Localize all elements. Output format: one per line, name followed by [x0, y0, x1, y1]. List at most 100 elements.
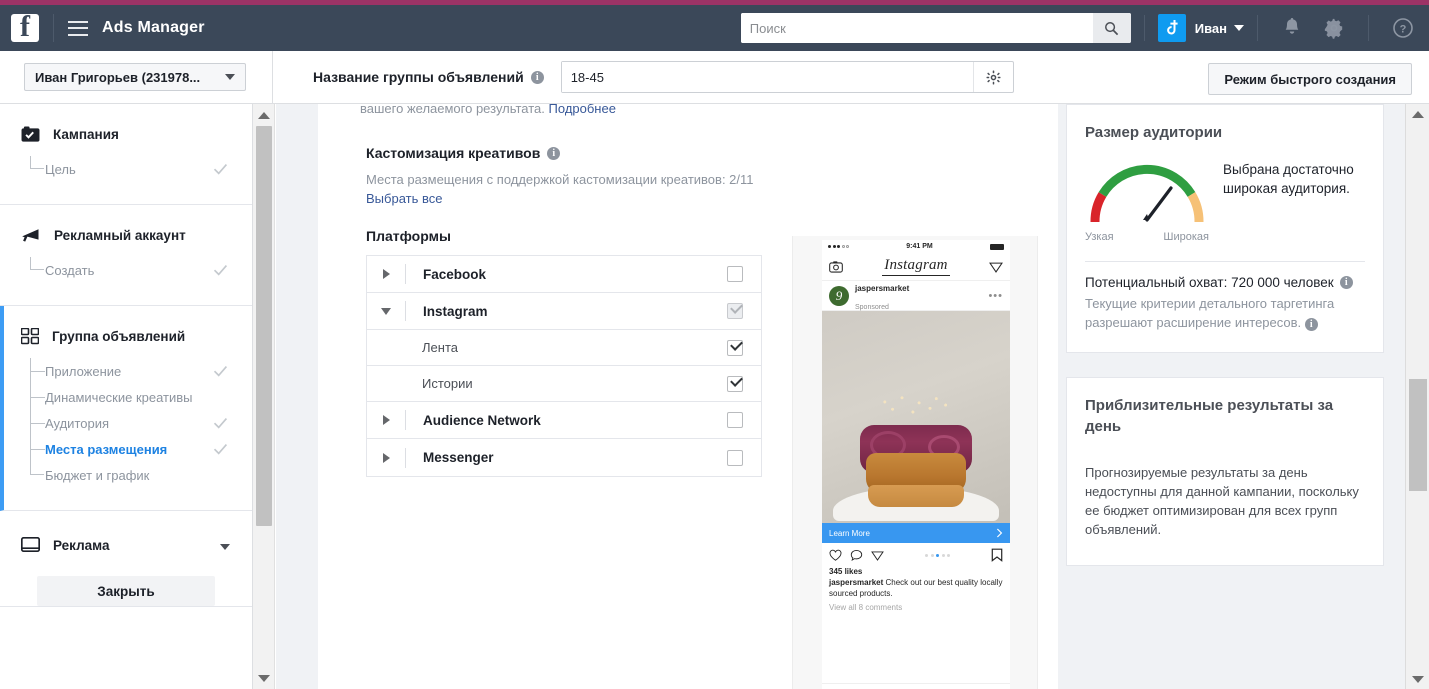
platform-checkbox-audience-network[interactable] [727, 412, 743, 428]
caret-right-icon[interactable] [367, 269, 405, 279]
select-all-link[interactable]: Выбрать все [366, 191, 442, 206]
cta-banner[interactable]: Learn More [822, 523, 1010, 543]
info-icon[interactable]: i [531, 71, 544, 84]
info-icon[interactable]: i [1305, 318, 1318, 331]
ad-account-selector[interactable]: Иван Григорьев (231978... [24, 63, 246, 91]
hamburger-menu-icon[interactable] [68, 21, 88, 36]
platform-checkbox-facebook[interactable] [727, 266, 743, 282]
caret-right-icon[interactable] [367, 453, 405, 463]
help-button[interactable]: ? [1391, 16, 1415, 40]
platform-checkbox-messenger[interactable] [727, 450, 743, 466]
sidebar-group-adset: Группа объявлений Приложение Динамически… [0, 306, 252, 511]
placement-row-stories[interactable]: Истории [367, 366, 761, 402]
step-complete-check-icon [213, 443, 228, 455]
user-menu[interactable]: Иван [1195, 21, 1244, 36]
chevron-down-icon[interactable] [220, 544, 230, 550]
heart-icon[interactable] [829, 549, 842, 562]
close-button[interactable]: Закрыть [37, 576, 215, 606]
caret-down-icon[interactable] [367, 308, 405, 315]
scrollbar-thumb[interactable] [256, 126, 272, 526]
ad-creative-image [822, 311, 1010, 523]
sidebar-child-label: Динамические креативы [45, 390, 193, 405]
row-divider [405, 410, 406, 430]
post-account-meta: jaspersmarket Sponsored [855, 278, 909, 313]
sidebar-item-dynamic-creative[interactable]: Динамические креативы [4, 384, 252, 410]
sidebar-child-label: Приложение [45, 364, 121, 379]
info-icon[interactable]: i [547, 147, 560, 160]
platform-row-audience-network[interactable]: Audience Network [367, 402, 761, 439]
user-name-label: Иван [1195, 21, 1227, 36]
notifications-button[interactable] [1280, 16, 1304, 40]
adset-name-field [561, 61, 1014, 93]
platform-row-messenger[interactable]: Messenger [367, 439, 761, 476]
user-avatar[interactable] [1158, 14, 1186, 42]
brand-avatar-icon[interactable]: 9 [829, 286, 849, 306]
paper-plane-icon[interactable] [871, 549, 884, 562]
ellipsis-icon[interactable]: ••• [988, 290, 1003, 302]
sidebar-scrollbar[interactable] [253, 104, 275, 689]
bookmark-icon[interactable] [991, 548, 1003, 562]
sidebar-item-audience[interactable]: Аудитория [4, 410, 252, 436]
view-comments-link[interactable]: View all 8 comments [822, 600, 1010, 612]
search-button[interactable] [1093, 13, 1131, 43]
info-icon[interactable]: i [1340, 276, 1353, 289]
comment-bubble-icon[interactable] [850, 549, 863, 562]
step-complete-check-icon [213, 417, 228, 429]
sub-toolbar: Иван Григорьев (231978... Название групп… [0, 51, 1429, 104]
insights-column: Размер аудитории Узкая Широкая [1066, 104, 1384, 566]
platform-row-instagram[interactable]: Instagram [367, 293, 761, 330]
adset-name-label: Название группы объявлений i [313, 69, 544, 85]
scroll-down-arrow-icon[interactable] [1412, 673, 1424, 685]
scrollbar-thumb[interactable] [1409, 379, 1427, 491]
scroll-down-arrow-icon[interactable] [258, 672, 270, 684]
paper-plane-icon[interactable] [989, 260, 1003, 274]
platform-name: Facebook [423, 267, 486, 282]
bell-icon [1282, 17, 1302, 39]
platform-row-facebook[interactable]: Facebook [367, 256, 761, 293]
quick-create-mode-button[interactable]: Режим быстрого создания [1208, 63, 1412, 95]
post-caption: jaspersmarket Check out our best quality… [822, 576, 1010, 600]
sidebar-item-objective[interactable]: Цель [0, 156, 252, 182]
placement-checkbox-stories[interactable] [727, 376, 743, 392]
section-title-text: Кастомизация креативов [366, 145, 540, 161]
gauge-max-label: Широкая [1163, 231, 1209, 243]
sidebar-item-create[interactable]: Создать [0, 257, 252, 283]
placement-checkbox-feed[interactable] [727, 340, 743, 356]
main-scrollbar[interactable] [1405, 104, 1429, 689]
estimated-daily-results-card: Приблизительные результаты за день Прогн… [1066, 377, 1384, 566]
chevron-right-icon [996, 528, 1003, 538]
placement-row-feed[interactable]: Лента [367, 330, 761, 366]
sidebar-item-app[interactable]: Приложение [4, 358, 252, 384]
settings-button[interactable] [1322, 16, 1346, 40]
search-input[interactable] [741, 13, 1093, 43]
signal-dots-icon [828, 245, 849, 248]
scroll-up-arrow-icon[interactable] [1412, 108, 1424, 120]
sidebar-item-ad[interactable]: Реклама [0, 537, 252, 554]
adset-name-input[interactable] [562, 62, 973, 92]
facebook-logo-icon[interactable] [11, 14, 39, 42]
targeting-note-text: Текущие критерии детального таргетинга р… [1085, 296, 1334, 330]
sidebar-item-ad-account[interactable]: Рекламный аккаунт [0, 227, 252, 244]
gear-icon [1323, 17, 1345, 39]
platform-checkbox-instagram[interactable] [727, 303, 743, 319]
platforms-title: Платформы [366, 228, 451, 244]
placement-name: Истории [422, 376, 473, 391]
sidebar-children: Цель [0, 156, 252, 182]
sidebar-item-placements[interactable]: Места размещения [4, 436, 252, 462]
phone-screen: 9:41 PM Instagram [822, 240, 1010, 689]
scroll-up-arrow-icon[interactable] [258, 109, 270, 121]
creative-customization-subtitle: Места размещения с поддержкой кастомизац… [366, 170, 986, 208]
learn-more-link[interactable]: Подробнее [549, 104, 616, 116]
adset-settings-button[interactable] [973, 62, 1013, 92]
sidebar-item-campaign[interactable]: Кампания [0, 126, 252, 143]
caret-right-icon[interactable] [367, 415, 405, 425]
camera-icon[interactable] [829, 260, 843, 274]
sidebar-item-budget-schedule[interactable]: Бюджет и график [4, 462, 252, 488]
cta-label: Learn More [829, 529, 870, 538]
sponsored-label: Sponsored [855, 304, 889, 311]
navbar-divider [1257, 15, 1258, 41]
tree-branch-icon [30, 436, 44, 462]
sidebar-item-adset[interactable]: Группа объявлений [4, 328, 252, 345]
gear-icon [986, 70, 1001, 85]
audience-size-title: Размер аудитории [1085, 122, 1365, 143]
